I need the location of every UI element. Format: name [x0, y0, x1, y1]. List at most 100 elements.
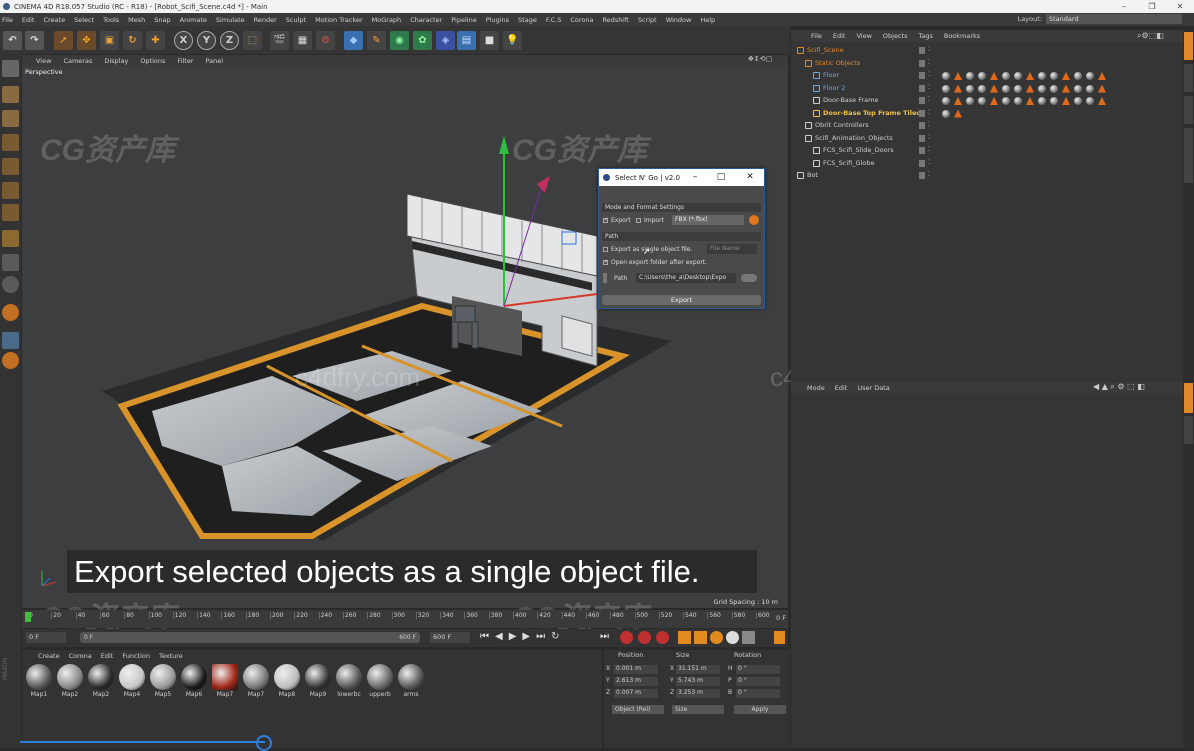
material-tag-icon[interactable] [1098, 84, 1106, 93]
material-swatch[interactable]: Map8 [272, 664, 302, 698]
render-toggle[interactable]: ⁚ [928, 121, 930, 128]
material-tag-icon[interactable] [1098, 72, 1106, 80]
menu-item-file[interactable]: File [2, 16, 13, 24]
viewport-menu-cameras[interactable]: Cameras [63, 57, 92, 65]
attribute-menu-edit[interactable]: Edit [835, 384, 848, 392]
object-menu-objects[interactable]: Objects [883, 32, 908, 40]
material-tag-icon[interactable] [978, 84, 986, 93]
material-tag-icon[interactable] [966, 84, 974, 93]
object-menu-edit[interactable]: Edit [833, 32, 846, 40]
menu-item-select[interactable]: Select [74, 16, 94, 24]
material-swatch[interactable]: Map4 [117, 664, 147, 698]
material-menu-create[interactable]: Create [38, 652, 60, 660]
material-tag-icon[interactable] [1026, 97, 1034, 105]
render-toggle[interactable]: ⁚ [928, 146, 930, 153]
menu-item-simulate[interactable]: Simulate [216, 16, 245, 24]
material-swatch[interactable]: Map6 [179, 664, 209, 698]
coord-field-size[interactable]: 5.743 m [676, 677, 720, 686]
render-toggle[interactable]: ⁚ [928, 134, 930, 141]
size-mode-dropdown[interactable]: Size [672, 705, 724, 714]
menu-item-tools[interactable]: Tools [103, 16, 119, 24]
snap-icon[interactable] [2, 276, 19, 293]
pla-key-icon[interactable] [742, 631, 755, 644]
render-toggle[interactable]: ⁚ [928, 59, 930, 66]
material-tag-icon[interactable] [966, 72, 974, 80]
render-toggle[interactable]: ⁚ [928, 109, 930, 116]
material-tag-icon[interactable] [1002, 97, 1010, 105]
material-swatch[interactable]: Map9 [303, 664, 333, 698]
takes-tab[interactable] [1184, 64, 1193, 92]
material-swatch[interactable]: Map2 [86, 664, 116, 698]
pen-spline-icon[interactable]: ✎ [367, 31, 386, 50]
menu-item-mograph[interactable]: MoGraph [372, 16, 402, 24]
scale-key-icon[interactable] [694, 631, 707, 644]
cloner-icon[interactable]: ✿ [413, 31, 432, 50]
material-tag-icon[interactable] [942, 84, 950, 93]
material-swatch[interactable]: Map7 [241, 664, 271, 698]
material-menu-function[interactable]: Function [122, 652, 150, 660]
keyframe-selection-icon[interactable] [656, 631, 669, 644]
render-view-icon[interactable]: 🎬 [270, 31, 289, 50]
object-row[interactable]: Bot ⁚ [791, 170, 1183, 182]
settings-gear-icon[interactable] [749, 215, 759, 225]
select-tool-icon[interactable]: ➚ [54, 31, 73, 50]
dialog-close-icon[interactable]: ✕ [740, 169, 760, 186]
apply-button[interactable]: Apply [734, 705, 786, 714]
material-swatch[interactable]: upperb [365, 664, 395, 698]
path-input[interactable]: C:\Users\the_a\Desktop\Expo [636, 273, 736, 283]
menu-item-f-c-s[interactable]: F.C.S [546, 16, 562, 24]
viewport-menu-display[interactable]: Display [104, 57, 128, 65]
axis-mode-icon[interactable] [2, 230, 19, 247]
render-toggle[interactable]: ⁚ [928, 96, 930, 103]
material-tag-icon[interactable] [1038, 84, 1046, 93]
browse-button[interactable] [741, 274, 757, 282]
viewport-nav-icon[interactable]: ✥↕⟲▢ [748, 55, 772, 63]
visibility-toggle[interactable] [919, 97, 925, 104]
material-tag-icon[interactable] [966, 97, 974, 105]
move-tool-icon[interactable]: ✥ [77, 31, 96, 50]
viewport-menu-view[interactable]: View [36, 57, 51, 65]
file-name-input[interactable]: File Name [707, 244, 757, 254]
current-frame-field[interactable]: 0 F [26, 632, 66, 643]
render-toggle[interactable]: ⁚ [928, 71, 930, 78]
video-progress-knob[interactable] [256, 735, 272, 751]
camera-icon[interactable]: ■ [480, 31, 499, 50]
object-row[interactable]: Obrit Controllers ⁚ [791, 120, 1183, 132]
timeline-menu-icon[interactable] [774, 631, 785, 644]
preview-range-slider[interactable]: 0 F 600 F [80, 632, 420, 643]
material-tag-icon[interactable] [1026, 84, 1034, 93]
menu-item-plugins[interactable]: Plugins [486, 16, 509, 24]
material-tag-icon[interactable] [942, 97, 950, 105]
material-tag-icon[interactable] [1014, 72, 1022, 80]
material-tag-icon[interactable] [978, 97, 986, 105]
coord-field-size[interactable]: 3.253 m [676, 689, 720, 698]
attribute-menu-mode[interactable]: Mode [807, 384, 825, 392]
drag-handle-icon[interactable] [603, 273, 607, 283]
material-tag-icon[interactable] [990, 72, 998, 80]
import-radio[interactable] [636, 218, 641, 223]
menu-item-redshift[interactable]: Redshift [602, 16, 628, 24]
light-icon[interactable]: 💡 [503, 31, 522, 50]
material-tag-icon[interactable] [990, 84, 998, 93]
format-dropdown[interactable]: FBX (*.fbx) [672, 215, 744, 225]
visibility-toggle[interactable] [919, 47, 925, 54]
menu-item-edit[interactable]: Edit [22, 16, 35, 24]
menu-item-render[interactable]: Render [254, 16, 277, 24]
make-editable-icon[interactable] [2, 60, 19, 77]
rotation-key-icon[interactable] [710, 631, 723, 644]
parameter-key-icon[interactable] [726, 631, 739, 644]
material-tag-icon[interactable] [1014, 97, 1022, 105]
menu-item-corona[interactable]: Corona [570, 16, 593, 24]
objects-tab[interactable] [1184, 32, 1193, 60]
material-tag-icon[interactable] [954, 97, 962, 105]
export-button[interactable]: Export [602, 295, 761, 305]
material-tag-icon[interactable] [1050, 72, 1058, 80]
end-frame-field[interactable]: 600 F [430, 632, 470, 643]
object-row[interactable]: FCS_Scifi_Slide_Doors ⁚ [791, 145, 1183, 157]
material-tag-icon[interactable] [1062, 72, 1070, 80]
maximize-icon[interactable]: ❐ [1138, 0, 1166, 13]
object-search-icon[interactable]: ⌕⚙⬚◧ [1137, 31, 1164, 41]
object-menu-view[interactable]: View [856, 32, 871, 40]
soft-selection-icon[interactable] [2, 352, 19, 369]
export-radio[interactable]: ✓ [603, 218, 608, 223]
